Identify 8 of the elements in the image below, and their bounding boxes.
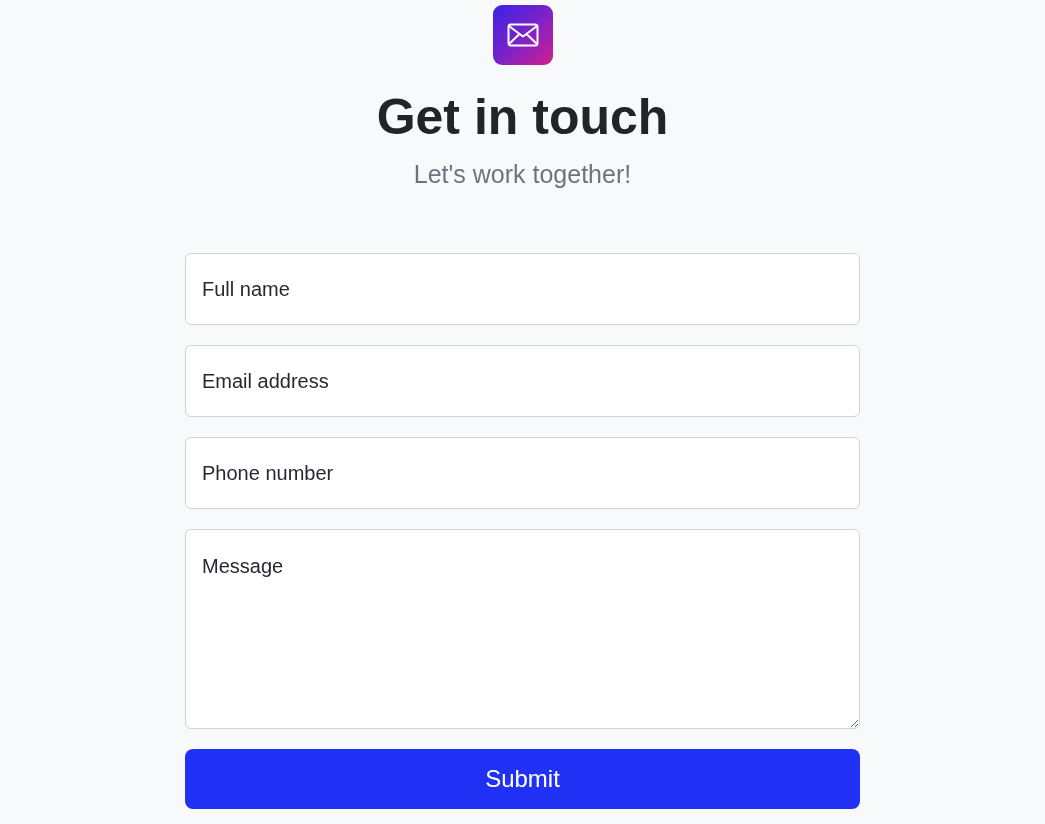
text-input-field[interactable]: Email address <box>185 345 860 417</box>
text-input-field[interactable]: Phone number <box>185 437 860 509</box>
message-textarea[interactable]: Message <box>185 529 860 729</box>
submit-button[interactable]: Submit <box>185 749 860 809</box>
page-subtitle: Let's work together! <box>413 159 632 189</box>
page-title: Get in touch <box>376 88 669 147</box>
text-input-field[interactable]: Full name <box>185 253 860 325</box>
envelope-logo-icon <box>492 5 553 65</box>
